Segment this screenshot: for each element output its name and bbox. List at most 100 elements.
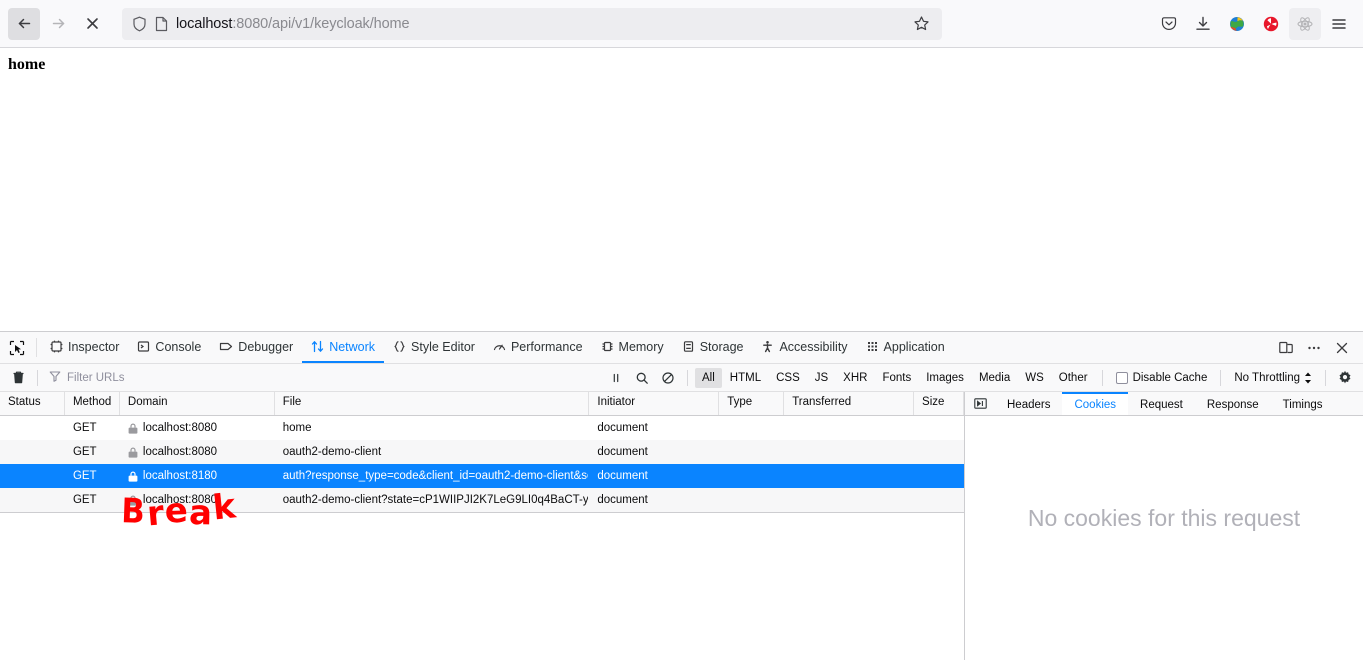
tab-label: Accessibility <box>779 339 848 354</box>
back-button[interactable] <box>8 7 40 40</box>
responsive-design-mode-icon[interactable] <box>1273 335 1299 361</box>
cell-method: GET <box>72 422 97 434</box>
cell-transferred <box>784 464 914 488</box>
details-tab-response[interactable]: Response <box>1195 392 1271 415</box>
details-tab-request[interactable]: Request <box>1128 392 1195 415</box>
tab-accessibility[interactable]: Accessibility <box>752 332 856 363</box>
tab-storage[interactable]: Storage <box>673 332 753 363</box>
column-header-initiator[interactable]: Initiator <box>589 392 720 415</box>
details-tab-cookies[interactable]: Cookies <box>1062 392 1129 415</box>
chevron-updown-icon <box>1304 372 1312 384</box>
handwritten-annotation: Break <box>120 486 239 535</box>
cell-status <box>0 416 65 440</box>
url-path: :8080/api/v1/keycloak/home <box>232 15 410 32</box>
column-header-type[interactable]: Type <box>719 392 785 415</box>
gear-icon[interactable] <box>1333 367 1357 389</box>
filter-images[interactable]: Images <box>919 368 971 388</box>
devtools-tabbar: Inspector Console Debugger Network Style… <box>0 332 1363 364</box>
filter-xhr[interactable]: XHR <box>836 368 874 388</box>
filter-other[interactable]: Other <box>1052 368 1095 388</box>
tab-performance[interactable]: Performance <box>484 332 592 363</box>
checkbox-box[interactable] <box>1115 371 1128 384</box>
domain-text: localhost:8180 <box>142 470 218 482</box>
block-requests-icon[interactable] <box>656 367 680 389</box>
extension-red-icon[interactable] <box>1255 8 1287 40</box>
search-icon[interactable] <box>630 367 654 389</box>
star-icon[interactable] <box>906 10 936 38</box>
request-list-pane: Status Method Domain File Initiator Type… <box>0 392 965 660</box>
filter-ws[interactable]: WS <box>1018 368 1051 388</box>
console-icon <box>137 340 150 353</box>
cell-initiator: document <box>597 494 648 506</box>
page-body-text: home <box>8 56 46 73</box>
address-bar[interactable]: localhost:8080/api/v1/keycloak/home <box>122 7 942 40</box>
disable-cache-checkbox[interactable]: Disable Cache <box>1110 371 1214 384</box>
url-text: localhost:8080/api/v1/keycloak/home <box>176 16 898 32</box>
tab-style-editor[interactable]: Style Editor <box>384 332 484 363</box>
cell-method: GET <box>72 446 97 458</box>
close-devtools-icon[interactable] <box>1329 335 1355 361</box>
stop-button[interactable] <box>76 8 108 40</box>
cell-type <box>719 464 784 488</box>
throttling-dropdown[interactable]: No Throttling <box>1228 372 1318 384</box>
cell-file: auth?response_type=code&client_id=oauth2… <box>282 470 590 482</box>
column-header-file[interactable]: File <box>275 392 590 415</box>
filter-urls-input[interactable]: Filter URLs <box>45 370 245 385</box>
filter-css[interactable]: CSS <box>769 368 807 388</box>
tab-label: Network <box>329 339 376 354</box>
table-row[interactable]: GET localhost:8080 oauth2-demo-client do… <box>0 440 964 464</box>
column-header-domain[interactable]: Domain <box>120 392 275 415</box>
filter-html[interactable]: HTML <box>723 368 768 388</box>
empty-state-message: No cookies for this request <box>1027 504 1301 531</box>
tab-label: Console <box>155 339 202 354</box>
cell-domain: localhost:8180 <box>120 464 275 488</box>
lock-icon <box>128 423 138 434</box>
cell-initiator: document <box>597 470 648 482</box>
domain-text: localhost:8080 <box>142 422 218 434</box>
accessibility-icon <box>761 340 774 353</box>
column-header-status[interactable]: Status <box>0 392 65 415</box>
react-devtools-icon[interactable] <box>1289 7 1321 40</box>
tab-network[interactable]: Network <box>302 332 385 363</box>
pause-requests-icon[interactable] <box>604 367 628 389</box>
table-row[interactable]: GET localhost:8180 auth?response_type=co… <box>0 464 964 488</box>
devtools-options-icon[interactable] <box>1301 335 1327 361</box>
cell-type <box>719 440 784 464</box>
tab-memory[interactable]: Memory <box>592 332 673 363</box>
cell-type <box>719 416 784 440</box>
forward-button[interactable] <box>42 8 74 40</box>
filter-placeholder: Filter URLs <box>67 371 125 384</box>
cell-method: GET <box>72 494 97 506</box>
extension-globe-icon[interactable] <box>1221 8 1253 40</box>
network-toolbar: Filter URLs All HTML CSS JS XHR Fonts Im… <box>0 364 1363 392</box>
downloads-icon[interactable] <box>1187 8 1219 40</box>
divider <box>1101 369 1103 386</box>
inspector-icon <box>50 340 63 353</box>
tab-console[interactable]: Console <box>128 332 210 363</box>
column-header-method[interactable]: Method <box>65 392 120 415</box>
filter-all[interactable]: All <box>695 367 722 388</box>
table-row[interactable]: GET localhost:8080 home document <box>0 416 964 440</box>
tab-application[interactable]: Application <box>857 332 954 363</box>
hamburger-menu-icon[interactable] <box>1323 8 1355 40</box>
request-details-pane: Headers Cookies Request Response Timings… <box>965 392 1363 660</box>
cell-transferred <box>784 416 914 440</box>
column-header-transferred[interactable]: Transferred <box>784 392 915 415</box>
tab-label: Storage <box>699 339 744 354</box>
tab-debugger[interactable]: Debugger <box>210 332 302 363</box>
page-viewport: home <box>0 48 1363 331</box>
details-back-icon[interactable] <box>965 392 995 415</box>
details-tab-headers[interactable]: Headers <box>995 392 1062 415</box>
element-picker-icon[interactable] <box>2 332 32 363</box>
tab-label: Application <box>883 339 945 354</box>
filter-js[interactable]: JS <box>808 368 835 388</box>
disable-cache-label: Disable Cache <box>1132 371 1208 384</box>
column-header-size[interactable]: Size <box>914 392 964 415</box>
pocket-icon[interactable] <box>1153 8 1185 40</box>
filter-fonts[interactable]: Fonts <box>875 368 918 388</box>
tab-label: Debugger <box>238 339 294 354</box>
tab-inspector[interactable]: Inspector <box>41 332 128 363</box>
details-tab-timings[interactable]: Timings <box>1271 392 1335 415</box>
filter-media[interactable]: Media <box>972 368 1017 388</box>
clear-requests-icon[interactable] <box>6 367 30 389</box>
